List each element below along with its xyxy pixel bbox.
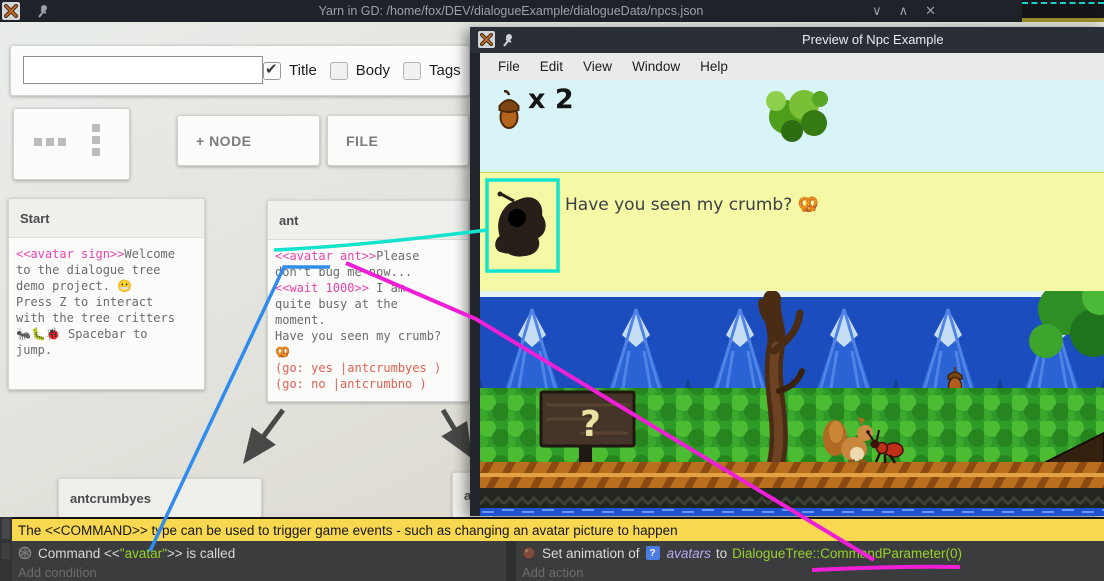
preview-window: Preview of Npc Example File Edit View Wi…	[470, 27, 1104, 516]
preview-titlebar: Preview of Npc Example	[470, 27, 1104, 53]
action-value: DialogueTree::CommandParameter(0)	[732, 546, 962, 561]
preview-menubar: File Edit View Window Help	[480, 53, 1104, 80]
info-banner: The <<COMMAND>> type can be used to trig…	[12, 517, 1104, 541]
search-filters: Title Body Tags	[263, 46, 474, 95]
menu-window[interactable]: Window	[622, 59, 690, 74]
minimize-button[interactable]: ∨	[872, 4, 882, 19]
node-antcrumbyes[interactable]: antcrumbyes	[58, 478, 262, 519]
water	[480, 508, 1104, 516]
preview-window-border	[470, 27, 480, 516]
pin-icon	[501, 33, 515, 47]
game-scene: ?	[480, 291, 1104, 516]
add-node-button[interactable]: + NODE	[177, 115, 320, 166]
add-action-button[interactable]: Add action	[516, 564, 1104, 581]
screen: Yarn in GD: /home/fox/DEV/dialogueExampl…	[0, 0, 1104, 581]
action-text-mid: to	[716, 546, 727, 561]
layout-toggle-card[interactable]	[13, 108, 130, 180]
ground	[480, 462, 1104, 488]
title-filter-checkbox[interactable]	[263, 62, 281, 80]
dialogue-box: Have you seen my crumb? 🥨	[480, 172, 1104, 291]
file-button[interactable]: FILE	[327, 115, 469, 166]
info-banner-text: The <<COMMAND>> type can be used to trig…	[18, 523, 678, 538]
bush-sprite	[762, 83, 832, 145]
add-node-label: + NODE	[196, 133, 252, 149]
body-filter-checkbox[interactable]	[330, 62, 348, 80]
game-hud-area: x 2	[480, 80, 1104, 172]
menu-help[interactable]: Help	[690, 59, 738, 74]
node-ant-title: ant	[279, 213, 299, 228]
command-event-icon	[18, 546, 32, 560]
menu-file[interactable]: File	[488, 59, 530, 74]
maximize-button[interactable]: ∧	[899, 4, 909, 19]
file-label: FILE	[346, 133, 378, 149]
condition-text-post: >> is called	[167, 546, 235, 561]
menu-view[interactable]: View	[573, 59, 622, 74]
list-dot	[92, 136, 100, 144]
window-title: Yarn in GD: /home/fox/DEV/dialogueExampl…	[0, 0, 1022, 22]
preview-app-icon	[478, 31, 495, 48]
grid-dot	[46, 138, 54, 146]
action-block[interactable]: Set animation of ? avatars to DialogueTr…	[516, 541, 1104, 581]
node-start-header[interactable]: Start	[9, 199, 204, 238]
list-dot	[92, 124, 100, 132]
sign-question-mark: ?	[580, 404, 601, 445]
dark-log-band	[480, 488, 1104, 508]
add-condition-button[interactable]: Add condition	[12, 564, 506, 581]
menu-edit[interactable]: Edit	[530, 59, 573, 74]
node-antcrumbyes-title: antcrumbyes	[70, 491, 151, 506]
sky-sliver	[480, 291, 1104, 297]
node-ant-body: <<avatar ant>>Please don't bug me now...…	[268, 240, 468, 400]
close-button[interactable]: ✕	[925, 4, 936, 19]
node-start[interactable]: Start <<avatar sign>>Welcome to the dial…	[8, 198, 205, 390]
events-panel-gutter	[0, 517, 12, 581]
ant-avatar	[492, 191, 552, 263]
action-object: avatars	[667, 546, 711, 561]
grid-dot	[34, 138, 42, 146]
yarn-window-titlebar: Yarn in GD: /home/fox/DEV/dialogueExampl…	[0, 0, 1022, 22]
action-text-pre: Set animation of	[542, 546, 640, 561]
missing-object-icon: ?	[646, 546, 660, 560]
selection-dashed-border	[1022, 2, 1104, 4]
events-editor: Command <<"avatar">> is called Add condi…	[12, 541, 1104, 581]
condition-block[interactable]: Command <<"avatar">> is called Add condi…	[12, 541, 506, 581]
tags-filter-label: Tags	[429, 62, 461, 79]
acorn-counter: x 2	[528, 84, 574, 115]
action-event-icon	[522, 546, 536, 560]
condition-text-pre: Command <<	[38, 546, 120, 561]
grid-dot	[58, 138, 66, 146]
node-start-body: <<avatar sign>>Welcome to the dialogue t…	[9, 238, 204, 366]
condition-param: "avatar"	[120, 546, 167, 561]
tags-filter-checkbox[interactable]	[403, 62, 421, 80]
search-input[interactable]	[23, 56, 263, 84]
acorn-hud-icon	[497, 90, 521, 132]
title-filter-label: Title	[289, 62, 317, 79]
list-dot	[92, 148, 100, 156]
node-ant-header[interactable]: ant	[268, 201, 468, 240]
window-controls: ∨ ∧ ✕	[872, 0, 936, 22]
events-column-divider	[506, 541, 516, 581]
dialogue-text: Have you seen my crumb? 🥨	[565, 195, 819, 215]
body-filter-label: Body	[356, 62, 390, 79]
node-ant[interactable]: ant <<avatar ant>>Please don't bug me no…	[267, 200, 469, 402]
preview-title: Preview of Npc Example	[802, 27, 944, 53]
node-start-title: Start	[20, 211, 50, 226]
search-toolbar: Title Body Tags	[10, 45, 470, 96]
